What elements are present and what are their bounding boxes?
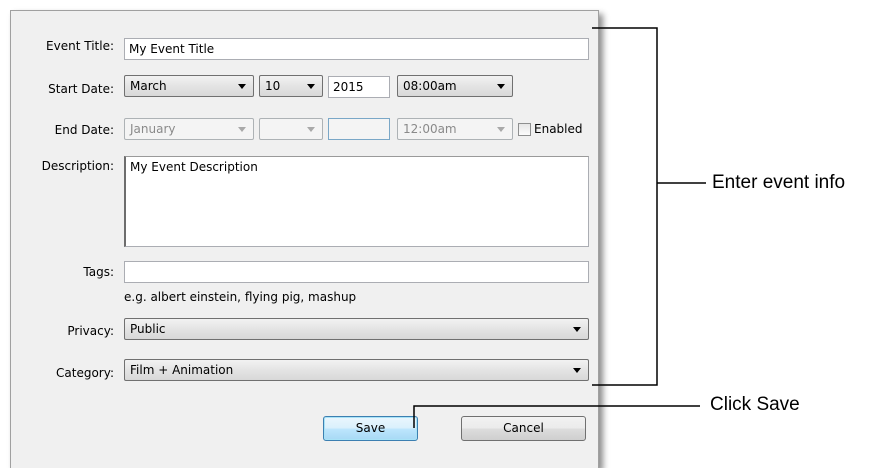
bracket-line — [592, 27, 658, 386]
click-save-annotation: Click Save — [710, 394, 800, 415]
enter-event-info-annotation: Enter event info — [712, 172, 846, 193]
click-save-connector — [413, 405, 700, 428]
